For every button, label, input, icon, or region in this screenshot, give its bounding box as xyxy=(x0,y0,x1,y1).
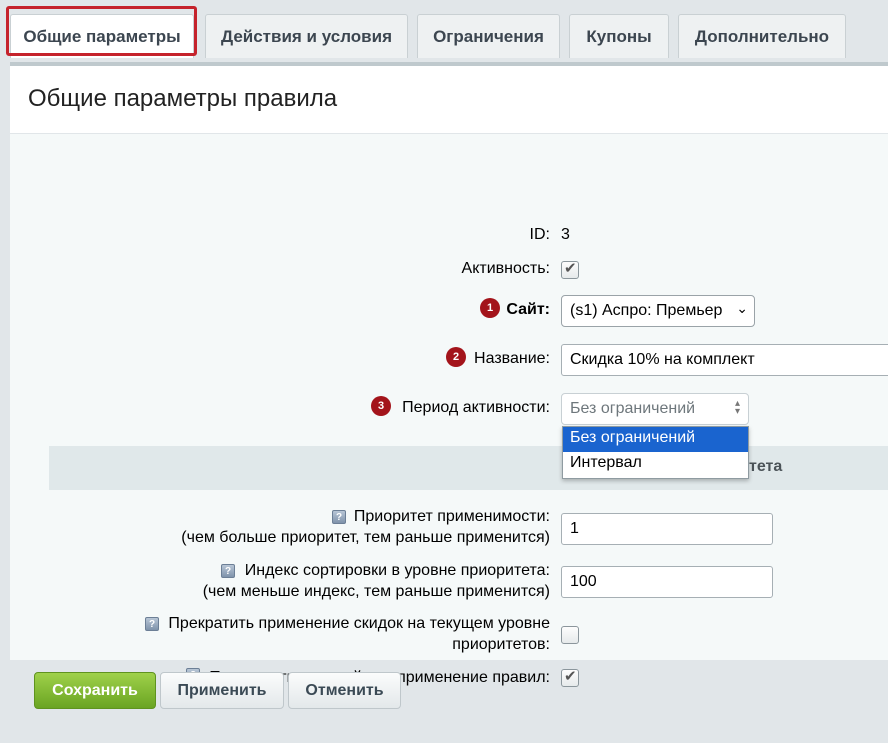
tab-highlight-frame xyxy=(6,6,197,56)
period-select[interactable]: Без ограничений ▴ ▾ xyxy=(561,393,749,425)
name-input[interactable]: Скидка 10% на комплект xyxy=(561,344,888,376)
button-bar: Сохранить Применить Отменить xyxy=(10,655,888,730)
sort-input[interactable]: 100 xyxy=(561,566,773,598)
badge-3: 3 xyxy=(371,396,391,416)
period-label: Период активности: xyxy=(402,399,550,416)
sort-label: Индекс сортировки в уровне приоритета: xyxy=(244,562,550,579)
tab-coupons[interactable]: Купоны xyxy=(569,14,669,58)
checkmark-icon: ✔ xyxy=(564,260,577,277)
badge-1: 1 xyxy=(480,298,500,318)
stop-level-label-cont: приоритетов: xyxy=(452,636,550,653)
period-option-interval[interactable]: Интервал xyxy=(563,452,748,477)
site-select[interactable]: (s1) Аспро: Премьер ⌄ xyxy=(561,295,755,327)
site-label: Сайт: xyxy=(506,301,550,318)
help-icon[interactable]: ? xyxy=(332,510,346,524)
section-header: тета xyxy=(49,446,888,490)
save-button[interactable]: Сохранить xyxy=(34,672,156,709)
tab-actions[interactable]: Действия и условия xyxy=(205,14,408,58)
id-label: ID: xyxy=(529,226,550,243)
help-icon[interactable]: ? xyxy=(221,564,235,578)
page-title: Общие параметры правила xyxy=(28,85,338,112)
priority-label: Приоритет применимости: xyxy=(353,508,550,525)
priority-input[interactable]: 1 xyxy=(561,513,773,545)
id-value: 3 xyxy=(561,226,570,243)
section-title: тета xyxy=(749,458,783,475)
stop-level-label: Прекратить применение скидок на текущем … xyxy=(168,615,550,632)
updown-arrows-icon: ▴ ▾ xyxy=(734,398,740,417)
tab-restrictions[interactable]: Ограничения xyxy=(417,14,560,58)
period-select-value: Без ограничений xyxy=(570,400,696,417)
main-panel: Общие параметры правила ID: 3 Активность… xyxy=(10,62,888,687)
apply-button[interactable]: Применить xyxy=(160,672,284,709)
form-area: ID: 3 Активность: ✔ 1 Сайт: (s1) Аспро: … xyxy=(10,133,888,687)
badge-2: 2 xyxy=(446,347,466,367)
active-checkbox[interactable]: ✔ xyxy=(561,260,579,279)
sort-hint: (чем меньше индекс, тем раньше применитс… xyxy=(202,583,550,600)
name-label: Название: xyxy=(474,350,550,367)
tab-bar: Общие параметры Действия и условия Огран… xyxy=(0,0,888,58)
active-label: Активность: xyxy=(461,260,550,277)
chevron-down-icon: ⌄ xyxy=(736,300,748,316)
stop-level-checkbox[interactable] xyxy=(561,626,579,644)
help-icon[interactable]: ? xyxy=(145,617,159,631)
tab-additional[interactable]: Дополнительно xyxy=(678,14,846,58)
site-select-value: (s1) Аспро: Премьер xyxy=(570,302,723,319)
period-dropdown-list: Без ограничений Интервал xyxy=(562,426,749,479)
period-option-unlimited[interactable]: Без ограничений xyxy=(563,427,748,452)
cancel-button[interactable]: Отменить xyxy=(288,672,401,709)
priority-hint: (чем больше приоритет, тем раньше примен… xyxy=(181,529,550,546)
